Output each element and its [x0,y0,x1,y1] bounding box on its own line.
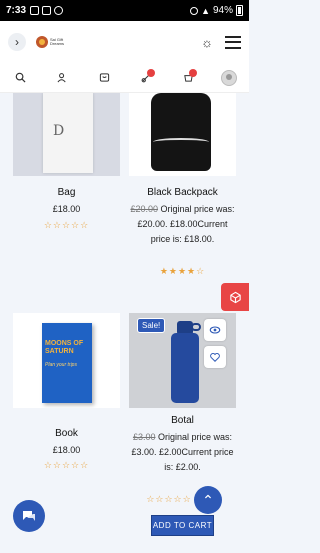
signal-icon: ▲ [201,5,210,16]
wishlist-badge [147,68,156,77]
logo-mark [36,36,48,48]
theme-toggle-icon[interactable]: ☼ [201,35,213,50]
chevron-up-icon: ⌃ [202,491,214,508]
scroll-to-top-button[interactable]: ⌃ [194,486,222,514]
product-title[interactable]: Bag [13,187,120,198]
add-to-cart-button[interactable]: ADD TO CART [151,515,214,536]
eye-icon [209,326,221,334]
book-image[interactable]: MOONS OF SATURN Plan your trips [13,313,120,408]
bag-body [43,93,93,173]
product-price-block: £20.00 Original price was: £20.00. £18.0… [129,202,236,247]
bag-logo-text: D [53,123,65,139]
product-price: £18.00 [52,445,81,455]
backpack-body [151,93,211,171]
battery-icon [236,5,243,16]
whatsapp-icon [54,6,64,15]
bag-image[interactable]: D [13,93,120,176]
cart-icon[interactable] [179,68,198,87]
status-time: 7:33 [6,5,27,16]
backpack-image[interactable] [129,93,236,176]
nav-icon-row [0,63,249,93]
backpack-stripe [153,138,209,146]
notification-icon [30,6,40,15]
original-price: £20.00 [130,204,158,214]
status-bar: 7:33 ▲ 94% [0,0,249,21]
side-cart-button[interactable] [221,283,249,311]
site-header: › Sai Gift Dreams ☼ [0,21,249,63]
product-title[interactable]: Black Backpack [129,187,236,198]
alarm-icon [190,6,199,15]
current-price: £18.00 [170,219,198,229]
heart-icon [210,352,220,363]
cube-icon [229,291,241,303]
search-icon[interactable] [12,69,30,87]
product-price-block: £3.00 Original price was: £3.00. £2.00Cu… [129,430,236,475]
battery-text: 94% [212,5,233,16]
inbox-icon[interactable] [96,69,114,87]
cart-badge [189,68,198,77]
avatar[interactable] [221,69,238,86]
product-rating: ★★★★☆ [159,266,206,276]
hamburger-menu-icon[interactable] [225,35,241,49]
back-button[interactable]: › [8,33,26,51]
bottle-body [171,333,199,403]
quick-view-button[interactable] [204,319,226,341]
add-to-wishlist-button[interactable] [204,346,226,368]
notification-icon [42,6,52,15]
sale-badge: Sale! [137,318,166,333]
book-cover: MOONS OF SATURN Plan your trips [42,323,92,403]
bottle-cap-ring [191,323,201,331]
product-rating: ☆☆☆☆☆ [43,220,90,230]
current-price: £2.00 [158,447,182,457]
notification-icons [30,6,64,15]
book-cover-subtitle: Plan your trips [45,362,77,368]
chat-button[interactable] [13,500,45,532]
product-title[interactable]: Book [13,428,120,439]
users-icon[interactable] [54,69,72,87]
product-price: £18.00 [52,204,81,214]
logo-text: Sai Gift Dreams [50,37,65,46]
site-logo[interactable]: Sai Gift Dreams [36,36,70,48]
product-title[interactable]: Botal [129,415,236,426]
product-rating: ☆☆☆☆☆ [43,460,90,470]
original-price: £3.00 [132,432,156,442]
chat-icon [23,511,35,521]
wishlist-icon[interactable] [137,68,156,87]
book-cover-title: MOONS OF SATURN [45,340,84,355]
